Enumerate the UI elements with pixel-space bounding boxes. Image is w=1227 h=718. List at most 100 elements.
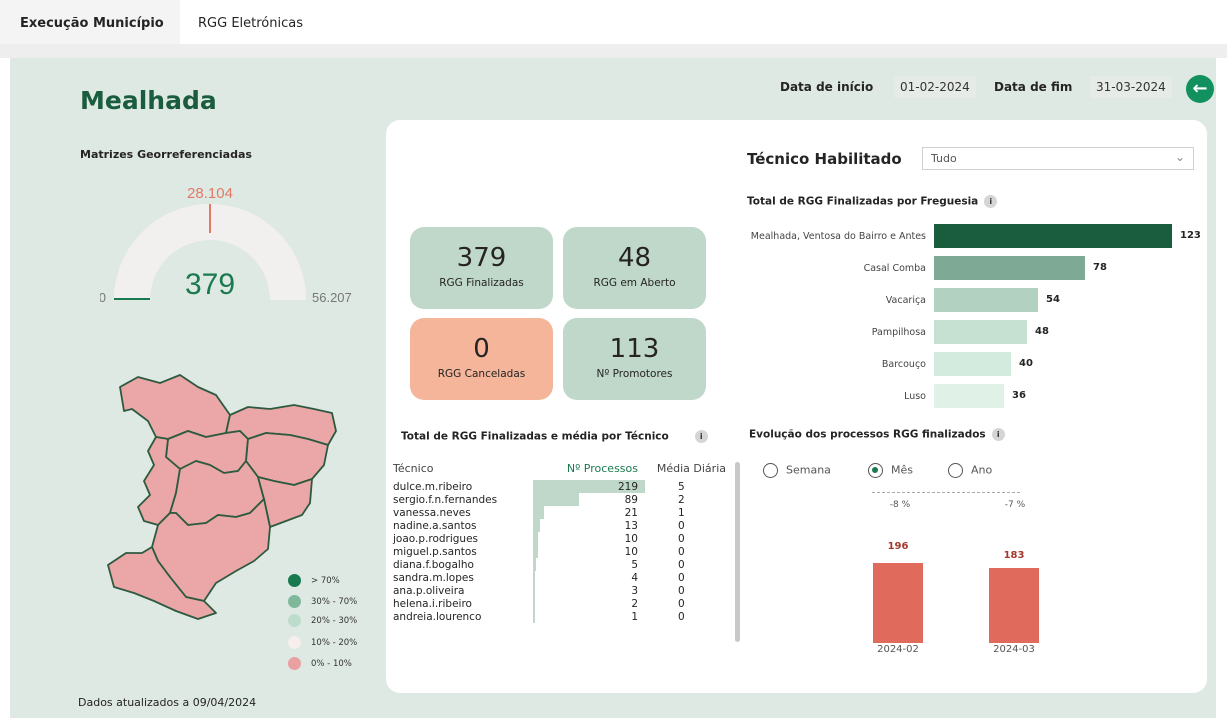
arrow-left-icon: ← xyxy=(1192,78,1208,99)
freguesia-bar[interactable] xyxy=(934,352,1011,376)
cell-tecnico: helena.i.ribeiro xyxy=(393,597,472,610)
evolucao-bar-value: 196 xyxy=(887,541,909,552)
col-processos[interactable]: Nº Processos xyxy=(533,456,644,480)
freguesia-bar-label: Vacariça xyxy=(885,295,926,306)
radio-circle-icon xyxy=(868,463,883,478)
table-row[interactable]: vanessa.neves 21 1 xyxy=(393,506,726,519)
map-region-north xyxy=(119,374,231,440)
cell-media: 0 xyxy=(678,545,685,558)
tech-table[interactable]: Técnico Nº Processos Média Diária dulce.… xyxy=(393,456,726,623)
kpi-value: 48 xyxy=(617,243,652,273)
table-row[interactable]: sergio.f.n.fernandes 89 2 xyxy=(393,493,726,506)
table-row[interactable]: helena.i.ribeiro 2 0 xyxy=(393,597,726,610)
legend-item-20-30: 20% - 30% xyxy=(288,614,357,627)
freguesia-bar-value: 36 xyxy=(1012,390,1026,401)
freguesia-bar[interactable] xyxy=(934,288,1038,312)
table-row[interactable]: andreia.lourenco 1 0 xyxy=(393,610,726,623)
radio-circle-icon xyxy=(948,463,963,478)
cell-tecnico: joao.p.rodrigues xyxy=(393,532,479,545)
evolucao-bar[interactable] xyxy=(989,568,1039,643)
kpi-value: 379 xyxy=(456,243,507,273)
info-icon[interactable]: i xyxy=(991,428,1005,441)
tecnico-dropdown[interactable]: Tudo ⌄ xyxy=(922,147,1194,170)
col-media[interactable]: Média Diária xyxy=(644,456,726,480)
cell-processos: 10 xyxy=(533,532,644,545)
col-tecnico[interactable]: Técnico xyxy=(393,456,533,480)
freguesia-bar[interactable] xyxy=(934,320,1027,344)
radio-semana[interactable]: Semana xyxy=(763,463,831,478)
radio-mes[interactable]: Mês xyxy=(868,463,913,478)
info-icon[interactable]: i xyxy=(694,430,708,443)
table-row[interactable]: sandra.m.lopes 4 0 xyxy=(393,571,726,584)
kpi-rgg-em-aberto[interactable]: 48 RGG em Aberto xyxy=(563,227,706,309)
freguesia-bar[interactable] xyxy=(934,384,1004,408)
freguesia-bar-label: Mealhada, Ventosa do Bairro e Antes xyxy=(750,231,926,242)
processos-data-bar xyxy=(533,519,540,532)
freguesia-bar-value: 123 xyxy=(1180,230,1201,241)
table-row[interactable]: diana.f.bogalho 5 0 xyxy=(393,558,726,571)
gauge-target-label: 28.104 xyxy=(187,185,233,202)
processos-data-bar xyxy=(533,506,544,519)
gauge-title: Matrizes Georreferenciadas xyxy=(80,148,252,161)
processos-data-bar xyxy=(533,545,538,558)
legend-dot-icon xyxy=(288,595,301,608)
kpi-rgg-finalizadas[interactable]: 379 RGG Finalizadas xyxy=(410,227,553,309)
freguesia-bar[interactable] xyxy=(934,224,1172,248)
cell-processos: 21 xyxy=(533,506,644,519)
legend-dot-icon xyxy=(288,574,301,587)
gauge-min: 0 xyxy=(100,290,106,305)
end-date-field[interactable]: 31-03-2024 xyxy=(1090,76,1172,98)
kpi-label: RGG Canceladas xyxy=(437,368,526,380)
tab-execucao-municipio[interactable]: Execução Município xyxy=(20,16,164,31)
cell-processos: 219 xyxy=(533,480,645,493)
kpi-rgg-canceladas[interactable]: 0 RGG Canceladas xyxy=(410,318,553,400)
cell-media: 0 xyxy=(678,584,685,597)
evolucao-bar[interactable] xyxy=(873,563,923,643)
cell-tecnico: diana.f.bogalho xyxy=(393,558,474,571)
freguesia-bar-label: Barcouço xyxy=(881,359,926,370)
processos-value: 5 xyxy=(631,558,638,571)
freguesia-bar-value: 78 xyxy=(1093,262,1107,273)
processos-value: 89 xyxy=(624,493,638,506)
table-row[interactable]: ana.p.oliveira 3 0 xyxy=(393,584,726,597)
table-row[interactable]: joao.p.rodrigues 10 0 xyxy=(393,532,726,545)
freguesia-bar[interactable] xyxy=(934,256,1085,280)
processos-data-bar xyxy=(533,610,535,623)
processos-value: 2 xyxy=(631,597,638,610)
info-icon[interactable]: i xyxy=(984,195,998,208)
trend-dashed-line xyxy=(872,492,1020,493)
kpi-value: 113 xyxy=(609,334,660,364)
table-scrollbar[interactable] xyxy=(735,462,740,642)
cell-tecnico: sandra.m.lopes xyxy=(393,571,474,584)
gauge-max: 56.207 xyxy=(312,290,352,305)
cell-media: 0 xyxy=(678,519,685,532)
cell-tecnico: sergio.f.n.fernandes xyxy=(393,493,498,506)
cell-tecnico: andreia.lourenco xyxy=(393,610,482,623)
legend-dot-icon xyxy=(288,614,301,627)
tab-separator xyxy=(0,44,1227,58)
table-row[interactable]: miguel.p.santos 10 0 xyxy=(393,545,726,558)
tab-bar: Execução Município RGG Eletrónicas xyxy=(0,0,1227,44)
table-row[interactable]: dulce.m.ribeiro 219 5 xyxy=(393,480,726,493)
cell-processos: 4 xyxy=(533,571,644,584)
kpi-promotores[interactable]: 113 Nº Promotores xyxy=(563,318,706,400)
kpi-label: RGG em Aberto xyxy=(593,277,676,289)
processos-data-bar xyxy=(533,493,579,506)
update-note: Dados atualizados a 09/04/2024 xyxy=(78,696,257,709)
legend-dot-icon xyxy=(288,657,301,670)
processos-value: 10 xyxy=(624,545,638,558)
processos-value: 1 xyxy=(631,610,638,623)
kpi-label: RGG Finalizadas xyxy=(439,277,524,289)
processos-data-bar xyxy=(533,584,535,597)
start-date-field[interactable]: 01-02-2024 xyxy=(894,76,976,98)
cell-media: 0 xyxy=(678,558,685,571)
cell-tecnico: nadine.a.santos xyxy=(393,519,477,532)
tab-rgg-eletronicas[interactable]: RGG Eletrónicas xyxy=(198,16,303,31)
radio-ano[interactable]: Ano xyxy=(948,463,992,478)
processos-data-bar xyxy=(533,558,536,571)
legend-item-gt70: > 70% xyxy=(288,574,340,587)
evolucao-bar-value: 183 xyxy=(1003,550,1025,561)
table-row[interactable]: nadine.a.santos 13 0 xyxy=(393,519,726,532)
back-arrow-button[interactable]: ← xyxy=(1186,75,1214,103)
cell-media: 0 xyxy=(678,597,685,610)
